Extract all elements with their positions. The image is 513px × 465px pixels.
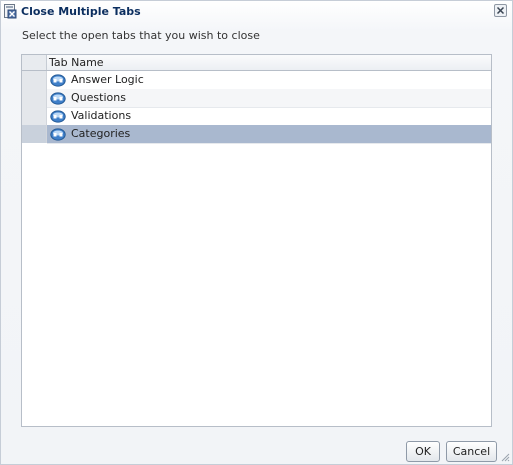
column-header-tab-name[interactable]: Tab Name <box>49 56 104 69</box>
instructions-text: Select the open tabs that you wish to cl… <box>22 29 260 42</box>
close-multiple-tabs-dialog: Close Multiple Tabs Select the open tabs… <box>0 0 513 465</box>
tab-icon <box>50 128 66 141</box>
tab-name-label: Validations <box>71 109 132 122</box>
table-header: Tab Name <box>22 55 491 71</box>
close-tabs-icon <box>4 4 17 19</box>
cancel-button[interactable]: Cancel <box>446 441 497 462</box>
table-row[interactable]: Questions <box>22 89 491 108</box>
tab-name-label: Categories <box>71 127 131 140</box>
table-row[interactable]: Validations <box>22 107 491 126</box>
dialog-titlebar: Close Multiple Tabs <box>1 1 512 23</box>
select-all-header[interactable] <box>22 55 47 70</box>
dialog-title: Close Multiple Tabs <box>21 5 141 18</box>
table-row-selected[interactable]: Categories <box>22 125 491 144</box>
row-selector[interactable] <box>22 71 47 89</box>
ok-button[interactable]: OK <box>406 441 440 462</box>
resize-grip-icon[interactable] <box>500 452 510 462</box>
tab-icon <box>50 74 66 87</box>
tab-name-label: Answer Logic <box>71 73 144 86</box>
tab-icon <box>50 110 66 123</box>
tab-icon <box>50 92 66 105</box>
tab-name-label: Questions <box>71 91 126 104</box>
close-icon[interactable] <box>494 4 507 17</box>
table-row[interactable]: Answer Logic <box>22 71 491 90</box>
open-tabs-table: Tab Name Answer Logic Questions Validati… <box>21 54 492 427</box>
row-selector[interactable] <box>22 89 47 107</box>
row-selector[interactable] <box>22 125 47 143</box>
row-selector[interactable] <box>22 107 47 125</box>
